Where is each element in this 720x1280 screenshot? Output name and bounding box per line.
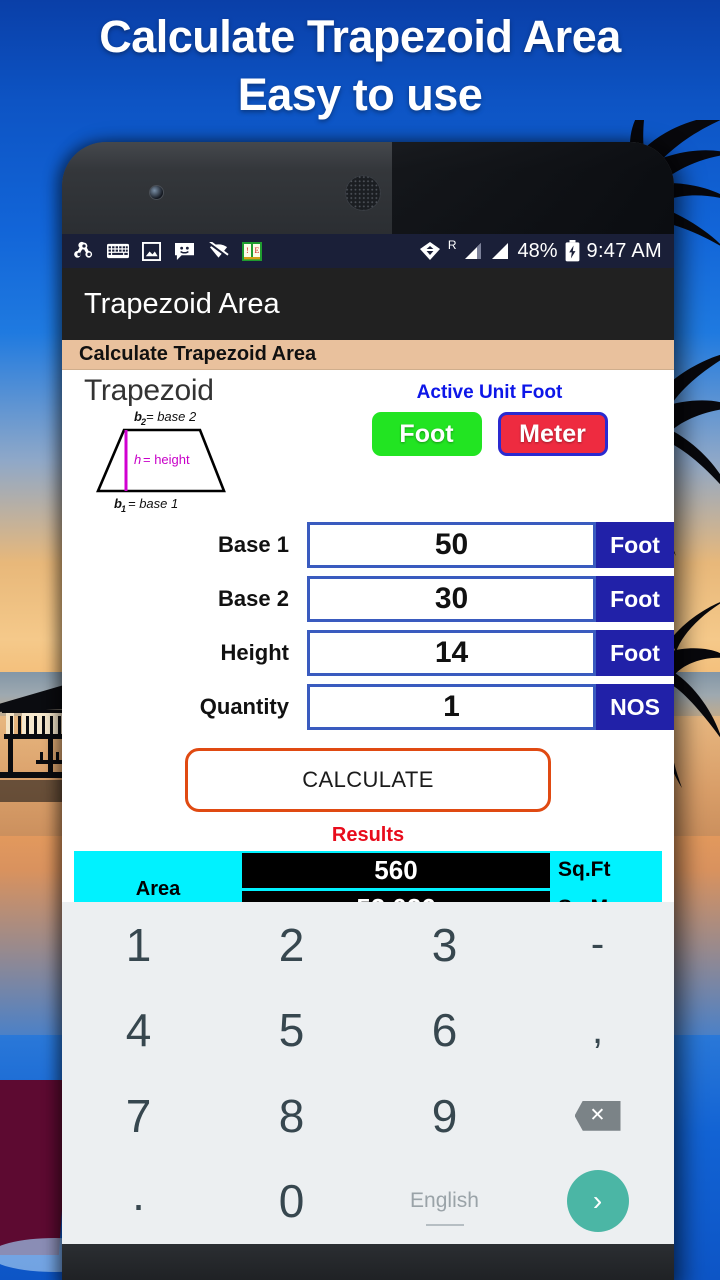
field-height: Height 14 Foot bbox=[62, 628, 674, 678]
phone-top-bezel bbox=[62, 142, 674, 234]
result-value-sqft: 560 bbox=[242, 852, 550, 888]
svg-text:h: h bbox=[134, 452, 141, 467]
proximity-sensor-icon bbox=[560, 190, 567, 197]
field-base-1: Base 1 50 Foot bbox=[62, 520, 674, 570]
app-content: Calculate Trapezoid Area Trapezoid b 2 =… bbox=[62, 340, 674, 1244]
network-diamond-icon bbox=[419, 242, 440, 260]
unit-quantity: NOS bbox=[596, 684, 674, 730]
unit-foot-button[interactable]: Foot bbox=[371, 412, 482, 456]
field-label-base-1: Base 1 bbox=[218, 532, 289, 557]
keyboard-row-1: 1 2 3 - bbox=[62, 902, 674, 988]
signal-bars-icon-2 bbox=[492, 243, 509, 259]
key-minus[interactable]: - bbox=[521, 902, 674, 988]
key-backspace[interactable]: ✕ bbox=[521, 1073, 674, 1159]
roaming-indicator: R bbox=[447, 238, 457, 252]
unit-meter-button[interactable]: Meter bbox=[497, 412, 608, 456]
result-unit-sqft: Sq.Ft bbox=[558, 858, 611, 881]
input-quantity[interactable]: 1 bbox=[307, 684, 596, 730]
phone-screen: ! E R 48% 9:47 AM Trapezoid Area Calcula… bbox=[62, 234, 674, 1244]
phone-bottom-bezel bbox=[62, 1244, 674, 1280]
trapezoid-diagram: Trapezoid b 2 = base 2 h = height b 1 = … bbox=[62, 374, 305, 514]
unit-buttons: Foot Meter bbox=[305, 412, 674, 456]
page-title: Trapezoid Area bbox=[84, 287, 280, 320]
key-9[interactable]: 9 bbox=[368, 1073, 521, 1159]
key-6[interactable]: 6 bbox=[368, 988, 521, 1074]
phone-mockup: ! E R 48% 9:47 AM Trapezoid Area Calcula… bbox=[62, 142, 674, 1280]
key-comma[interactable]: , bbox=[521, 988, 674, 1074]
front-camera-icon bbox=[150, 186, 163, 199]
key-5[interactable]: 5 bbox=[215, 988, 368, 1074]
promo-text: Calculate Trapezoid Area Easy to use bbox=[0, 8, 720, 124]
svg-text:= height: = height bbox=[143, 452, 190, 467]
input-base-1[interactable]: 50 bbox=[307, 522, 596, 568]
promo-line-2: Easy to use bbox=[237, 69, 483, 120]
field-base-2: Base 2 30 Foot bbox=[62, 574, 674, 624]
wifi-off-icon bbox=[209, 242, 229, 258]
diagram-and-units-row: Trapezoid b 2 = base 2 h = height b 1 = … bbox=[62, 370, 674, 514]
key-7[interactable]: 7 bbox=[62, 1073, 215, 1159]
input-height[interactable]: 14 bbox=[307, 630, 596, 676]
key-1[interactable]: 1 bbox=[62, 902, 215, 988]
unit-base-2: Foot bbox=[596, 576, 674, 622]
svg-text:!: ! bbox=[246, 246, 249, 255]
calculate-button[interactable]: CALCULATE bbox=[185, 748, 551, 812]
section-banner-title: Calculate Trapezoid Area bbox=[79, 343, 317, 365]
key-enter[interactable]: › bbox=[521, 1159, 674, 1245]
clock-label: 9:47 AM bbox=[586, 239, 662, 262]
status-bar-right-icons: R 48% 9:47 AM bbox=[419, 238, 662, 263]
foreground-maroon-shape bbox=[0, 1080, 72, 1255]
input-fields: Base 1 50 Foot Base 2 30 Foot Height 14 … bbox=[62, 520, 674, 732]
status-bar: ! E R 48% 9:47 AM bbox=[62, 234, 674, 268]
key-2[interactable]: 2 bbox=[215, 902, 368, 988]
trapezoid-figure: b 2 = base 2 h = height b 1 = base 1 bbox=[96, 409, 226, 514]
svg-text:1: 1 bbox=[121, 504, 126, 514]
section-banner: Calculate Trapezoid Area bbox=[62, 340, 674, 370]
keyboard-icon bbox=[107, 243, 129, 259]
key-4[interactable]: 4 bbox=[62, 988, 215, 1074]
share-sync-icon bbox=[74, 241, 93, 258]
unit-height: Foot bbox=[596, 630, 674, 676]
key-language[interactable]: English bbox=[368, 1159, 521, 1245]
keyboard-row-2: 4 5 6 , bbox=[62, 988, 674, 1074]
svg-text:E: E bbox=[255, 246, 260, 255]
key-8[interactable]: 8 bbox=[215, 1073, 368, 1159]
signal-bars-icon-1 bbox=[465, 243, 482, 259]
keyboard-row-3: 7 8 9 ✕ bbox=[62, 1073, 674, 1159]
key-0[interactable]: 0 bbox=[215, 1159, 368, 1245]
input-base-2[interactable]: 30 bbox=[307, 576, 596, 622]
chat-smiley-icon bbox=[175, 242, 194, 260]
green-book-app-icon: ! E bbox=[242, 241, 262, 261]
unit-base-1: Foot bbox=[596, 522, 674, 568]
svg-text:= base 1: = base 1 bbox=[128, 496, 178, 511]
keyboard-row-4: . 0 English › bbox=[62, 1159, 674, 1245]
svg-text:= base 2: = base 2 bbox=[146, 409, 197, 424]
unit-selector: Active Unit Foot Foot Meter bbox=[305, 374, 674, 514]
key-3[interactable]: 3 bbox=[368, 902, 521, 988]
field-quantity: Quantity 1 NOS bbox=[62, 682, 674, 732]
earpiece-speaker-icon bbox=[345, 175, 381, 211]
promo-line-1: Calculate Trapezoid Area bbox=[99, 11, 621, 62]
status-bar-left-icons: ! E bbox=[74, 241, 419, 261]
key-period[interactable]: . bbox=[62, 1159, 215, 1245]
battery-charging-icon bbox=[565, 240, 579, 262]
diagram-title: Trapezoid bbox=[84, 374, 214, 407]
numeric-keyboard: 1 2 3 - 4 5 6 , 7 8 9 ✕ . 0 English › bbox=[62, 902, 674, 1244]
field-label-height: Height bbox=[220, 640, 289, 665]
backspace-icon: ✕ bbox=[574, 1100, 621, 1131]
results-title: Results bbox=[331, 824, 405, 846]
app-bar: Trapezoid Area bbox=[62, 268, 674, 340]
active-unit-label: Active Unit Foot bbox=[416, 382, 563, 403]
results-line-sqft: 560 Sq.Ft bbox=[242, 852, 662, 888]
light-sensor-icon bbox=[582, 190, 589, 197]
calculate-button-wrap: CALCULATE bbox=[62, 748, 674, 812]
field-label-quantity: Quantity bbox=[199, 694, 289, 719]
battery-percent-label: 48% bbox=[517, 239, 558, 262]
gallery-image-icon bbox=[142, 241, 161, 261]
field-label-base-2: Base 2 bbox=[218, 586, 289, 611]
chevron-right-icon: › bbox=[566, 1170, 629, 1233]
